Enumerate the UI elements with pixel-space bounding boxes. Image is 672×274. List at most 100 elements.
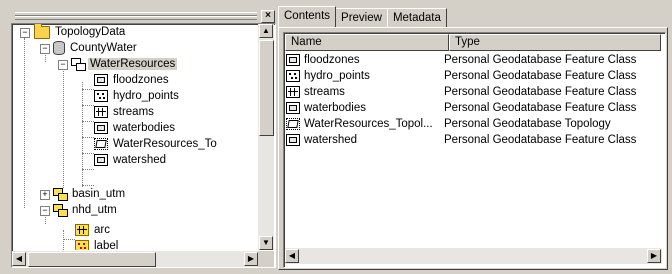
tree-item-label: basin_utm bbox=[72, 188, 126, 200]
tree-item-waterresources-topology[interactable]: WaterResources_To bbox=[94, 136, 219, 152]
tab-metadata[interactable]: Metadata bbox=[386, 8, 447, 27]
tree-line bbox=[82, 82, 83, 187]
close-pane-button[interactable]: × bbox=[261, 10, 275, 23]
contents-tab-panel: Name Type floodzones Personal Geodatabas… bbox=[278, 27, 668, 270]
polygon-feature-class-icon bbox=[286, 134, 300, 146]
tree-line bbox=[24, 38, 25, 208]
list-item[interactable]: floodzones Personal Geodatabase Feature … bbox=[286, 52, 656, 68]
tree-item-label: arc bbox=[94, 224, 110, 236]
scroll-right-arrow-icon[interactable]: ▶ bbox=[647, 249, 661, 263]
catalog-window: × − TopologyData − CountyWater − WaterRe… bbox=[0, 0, 672, 274]
tree-item-nhd-utm[interactable]: nhd_utm bbox=[53, 202, 119, 218]
tree-item-label-class[interactable]: label bbox=[75, 238, 120, 250]
column-header-type[interactable]: Type bbox=[449, 34, 661, 51]
line-feature-class-icon bbox=[94, 106, 108, 118]
scrollbar-corner bbox=[258, 251, 274, 267]
tree-item-hydro-points[interactable]: hydro_points bbox=[94, 88, 181, 104]
tree-item-watershed[interactable]: watershed bbox=[94, 152, 168, 168]
contents-horizontal-scrollbar[interactable]: ◀ ▶ bbox=[285, 248, 662, 264]
coverage-icon bbox=[53, 204, 68, 217]
tree-item-countywater[interactable]: CountyWater bbox=[53, 40, 139, 56]
tree-line bbox=[82, 121, 94, 122]
tree-vertical-scroll-thumb[interactable] bbox=[259, 40, 274, 136]
collapse-icon[interactable]: − bbox=[40, 206, 50, 216]
tree-item-label: CountyWater bbox=[70, 42, 137, 54]
column-header-name[interactable]: Name bbox=[285, 34, 449, 51]
tree-line bbox=[82, 169, 94, 170]
item-name: WaterResources_Topol... bbox=[304, 118, 433, 130]
item-name: streams bbox=[304, 86, 345, 98]
polygon-feature-class-icon bbox=[94, 74, 108, 86]
scroll-left-arrow-icon[interactable]: ◀ bbox=[12, 252, 26, 266]
scroll-right-arrow-icon[interactable]: ▶ bbox=[244, 252, 258, 266]
tree-item-arc[interactable]: arc bbox=[75, 222, 112, 238]
tree-item-label: WaterResources_To bbox=[113, 138, 217, 150]
tree-item-label: waterbodies bbox=[113, 122, 176, 134]
expand-icon[interactable]: + bbox=[40, 190, 50, 200]
scroll-up-arrow-icon[interactable]: ▲ bbox=[259, 24, 273, 38]
list-item[interactable]: streams Personal Geodatabase Feature Cla… bbox=[286, 84, 656, 100]
collapse-icon[interactable]: − bbox=[40, 44, 50, 54]
feature-dataset-icon bbox=[71, 58, 86, 71]
collapse-icon[interactable]: − bbox=[58, 60, 68, 70]
view-tabs: Contents Preview Metadata bbox=[278, 6, 447, 28]
item-type: Personal Geodatabase Feature Class bbox=[444, 134, 637, 146]
tree-item-waterbodies[interactable]: waterbodies bbox=[94, 120, 177, 136]
tree-item-label: streams bbox=[113, 106, 154, 118]
collapse-icon[interactable]: − bbox=[20, 28, 30, 38]
label-icon bbox=[75, 240, 89, 250]
tree-item-label: floodzones bbox=[113, 74, 169, 86]
line-feature-class-icon bbox=[286, 86, 300, 98]
tree-item-label: nhd_utm bbox=[72, 204, 117, 216]
tab-contents[interactable]: Contents bbox=[278, 6, 337, 27]
tree-item-waterresources[interactable]: WaterResources bbox=[71, 56, 178, 72]
item-type: Personal Geodatabase Feature Class bbox=[444, 86, 637, 98]
tree-horizontal-scrollbar[interactable]: ◀ ▶ bbox=[12, 251, 258, 267]
tree-line bbox=[63, 239, 75, 240]
tree-item-floodzones[interactable]: floodzones bbox=[94, 72, 171, 88]
tree-item-topologydata[interactable]: TopologyData bbox=[34, 24, 127, 40]
pane-grip[interactable] bbox=[15, 12, 257, 20]
tree-line bbox=[82, 137, 94, 138]
scroll-down-arrow-icon[interactable]: ▼ bbox=[259, 236, 273, 250]
tree-line bbox=[63, 230, 64, 250]
polygon-feature-class-icon bbox=[94, 122, 108, 134]
tree-line bbox=[82, 153, 94, 154]
list-item[interactable]: watershed Personal Geodatabase Feature C… bbox=[286, 132, 656, 148]
list-item[interactable]: waterbodies Personal Geodatabase Feature… bbox=[286, 100, 656, 116]
topology-icon bbox=[94, 138, 108, 150]
scroll-left-arrow-icon[interactable]: ◀ bbox=[285, 249, 299, 263]
point-feature-class-icon bbox=[286, 70, 300, 82]
item-name: floodzones bbox=[304, 54, 360, 66]
coverage-icon bbox=[53, 188, 68, 201]
tree-line bbox=[63, 68, 64, 188]
topology-icon bbox=[286, 118, 300, 130]
tree-vertical-scrollbar[interactable]: ▲ ▼ bbox=[258, 24, 274, 250]
folder-icon bbox=[34, 24, 50, 39]
tab-preview[interactable]: Preview bbox=[335, 8, 388, 27]
contents-pane: Contents Preview Metadata Name Type floo… bbox=[278, 4, 668, 270]
database-icon bbox=[53, 41, 65, 55]
arc-icon bbox=[75, 224, 89, 236]
item-type: Personal Geodatabase Feature Class bbox=[444, 54, 637, 66]
tree-item-basin-utm[interactable]: basin_utm bbox=[53, 186, 127, 202]
item-type: Personal Geodatabase Feature Class bbox=[444, 102, 637, 114]
tree-item-streams[interactable]: streams bbox=[94, 104, 156, 120]
contents-list: Name Type floodzones Personal Geodatabas… bbox=[283, 32, 666, 268]
polygon-feature-class-icon bbox=[286, 102, 300, 114]
item-name: hydro_points bbox=[304, 70, 370, 82]
tree-horizontal-scroll-thumb[interactable] bbox=[28, 252, 156, 267]
tree-item-label: watershed bbox=[113, 154, 167, 166]
tree-item-label: TopologyData bbox=[55, 26, 126, 38]
tree-line bbox=[82, 89, 94, 90]
item-name: waterbodies bbox=[304, 102, 367, 114]
tree-item-label: WaterResources bbox=[88, 58, 178, 70]
polygon-feature-class-icon bbox=[286, 54, 300, 66]
point-feature-class-icon bbox=[94, 90, 108, 102]
catalog-tree: − TopologyData − CountyWater − WaterReso… bbox=[11, 23, 276, 268]
list-item[interactable]: WaterResources_Topol... Personal Geodata… bbox=[286, 116, 656, 132]
item-type: Personal Geodatabase Feature Class bbox=[444, 70, 637, 82]
list-item[interactable]: hydro_points Personal Geodatabase Featur… bbox=[286, 68, 656, 84]
polygon-feature-class-icon bbox=[94, 154, 108, 166]
tree-line bbox=[82, 105, 94, 106]
